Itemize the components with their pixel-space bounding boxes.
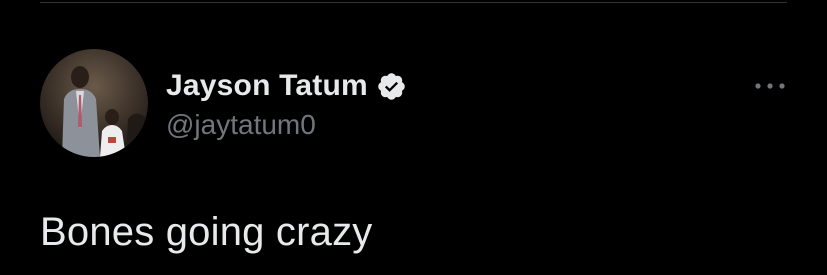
more-horizontal-icon [755, 83, 785, 89]
author-display-name[interactable]: Jayson Tatum [166, 69, 368, 103]
avatar-photo [40, 49, 148, 157]
top-divider [40, 2, 787, 3]
verified-badge-icon [376, 71, 407, 102]
avatar[interactable] [40, 49, 148, 157]
author-name-row[interactable]: Jayson Tatum [166, 66, 407, 106]
more-options-button[interactable] [752, 73, 788, 99]
author-handle[interactable]: @jaytatum0 [166, 109, 316, 141]
tweet-text: Bones going crazy [40, 210, 373, 254]
